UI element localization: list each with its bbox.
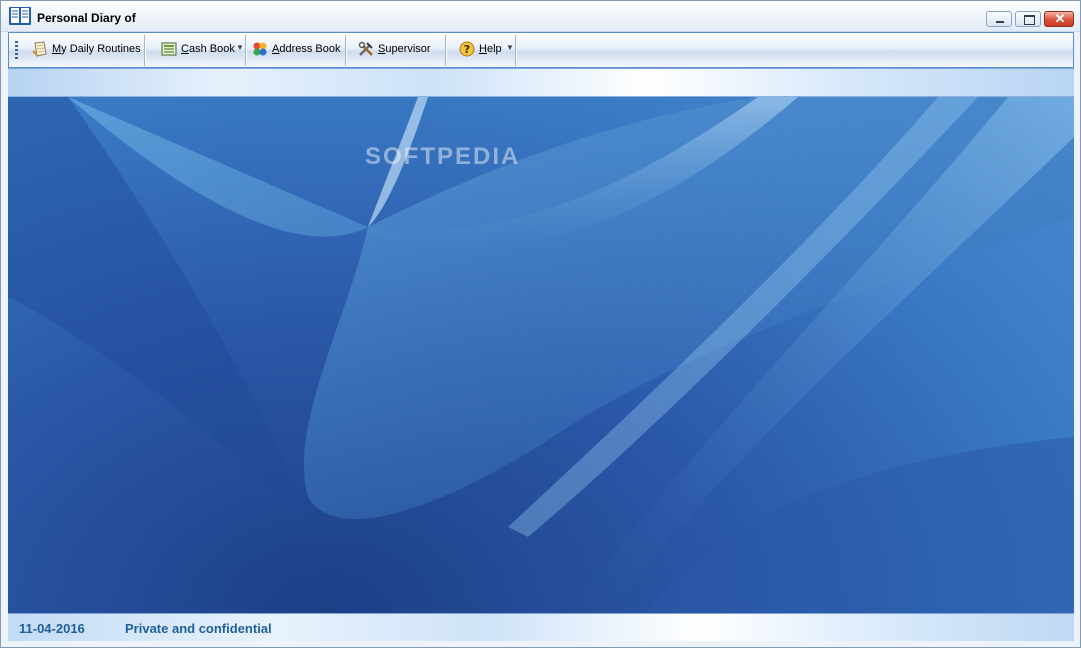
help-dropdown-icon[interactable]: ▼ bbox=[506, 43, 514, 52]
toolbar-grip[interactable] bbox=[15, 41, 18, 59]
main-toolbar: My Daily Routines Cash Book ▼ Address Bo… bbox=[8, 32, 1074, 68]
close-button[interactable]: ✕ bbox=[1044, 11, 1074, 27]
question-icon: ? bbox=[459, 41, 475, 57]
title-bar[interactable]: Personal Diary of ✕ bbox=[1, 1, 1080, 32]
supervisor-label: Supervisor bbox=[378, 43, 431, 55]
address-book-label: Address Book bbox=[272, 43, 341, 55]
notepad-icon bbox=[32, 41, 47, 57]
app-window: Personal Diary of ✕ My Daily Routines Ca… bbox=[0, 0, 1081, 648]
help-label: Help bbox=[479, 43, 502, 55]
svg-text:?: ? bbox=[464, 43, 470, 56]
ledger-icon bbox=[161, 42, 177, 56]
people-icon bbox=[253, 42, 267, 56]
toolbar-separator bbox=[144, 35, 145, 66]
toolbar-separator bbox=[445, 35, 446, 66]
status-date: 11-04-2016 bbox=[19, 621, 85, 636]
restore-icon bbox=[1024, 15, 1035, 25]
status-bar: 11-04-2016 Private and confidential bbox=[8, 613, 1074, 641]
my-daily-routines-label: My Daily Routines bbox=[52, 43, 141, 55]
cash-book-label: Cash Book bbox=[181, 43, 235, 55]
open-book-icon bbox=[9, 7, 31, 25]
toolbar-banner bbox=[8, 68, 1074, 97]
minimize-icon bbox=[996, 21, 1004, 23]
cash-book-dropdown-icon[interactable]: ▼ bbox=[236, 43, 244, 52]
status-message: Private and confidential bbox=[125, 621, 272, 636]
window-title: Personal Diary of bbox=[37, 11, 136, 25]
close-icon: ✕ bbox=[1054, 11, 1066, 26]
wave-background-image bbox=[8, 97, 1074, 613]
watermark-text: SOFTPEDIA bbox=[365, 143, 521, 170]
toolbar-separator bbox=[245, 35, 246, 66]
toolbar-separator bbox=[345, 35, 346, 66]
minimize-button[interactable] bbox=[986, 11, 1012, 27]
workspace-background: SOFTPEDIA bbox=[8, 97, 1074, 613]
toolbar-separator bbox=[515, 35, 516, 66]
tools-icon bbox=[358, 41, 373, 56]
restore-button[interactable] bbox=[1015, 11, 1041, 27]
